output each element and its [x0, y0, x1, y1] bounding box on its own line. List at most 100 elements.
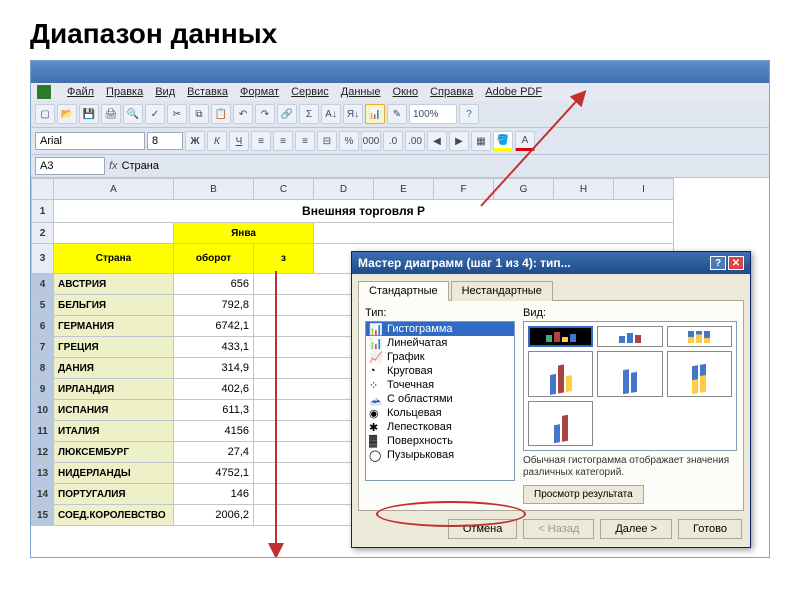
menu-format[interactable]: Формат	[240, 86, 279, 98]
comma-icon[interactable]: 000	[361, 131, 381, 151]
chart-type-list[interactable]: 📊Гистограмма📊Линейчатая📈График◔Круговая⁘…	[365, 321, 515, 481]
col-D[interactable]: D	[314, 179, 374, 200]
cell-country[interactable]: ДАНИЯ	[54, 358, 174, 379]
subtype-4[interactable]	[528, 351, 593, 398]
row-5[interactable]: 5	[32, 295, 54, 316]
redo-icon[interactable]: ↷	[255, 104, 275, 124]
subtype-5[interactable]	[597, 351, 662, 398]
cell-value[interactable]: 146	[174, 484, 254, 505]
sum-icon[interactable]: Σ	[299, 104, 319, 124]
cell-country[interactable]: БЕЛЬГИЯ	[54, 295, 174, 316]
cell-value[interactable]: 2006,2	[174, 505, 254, 526]
align-right-icon[interactable]: ≡	[295, 131, 315, 151]
subtype-3[interactable]	[667, 326, 732, 347]
help-icon[interactable]: ?	[459, 104, 479, 124]
row-2[interactable]: 2	[32, 223, 54, 244]
chart-type-item[interactable]: ⁘Точечная	[366, 378, 514, 392]
row-12[interactable]: 12	[32, 442, 54, 463]
cell-country[interactable]: ИСПАНИЯ	[54, 400, 174, 421]
chart-type-item[interactable]: ✱Лепестковая	[366, 420, 514, 434]
cancel-button[interactable]: Отмена	[448, 519, 517, 539]
cell-value[interactable]: 433,1	[174, 337, 254, 358]
size-selector[interactable]: 8	[147, 132, 183, 150]
cell-value[interactable]: 792,8	[174, 295, 254, 316]
italic-button[interactable]: К	[207, 131, 227, 151]
row-9[interactable]: 9	[32, 379, 54, 400]
save-icon[interactable]: 💾	[79, 104, 99, 124]
align-center-icon[interactable]: ≡	[273, 131, 293, 151]
col-E[interactable]: E	[374, 179, 434, 200]
subtype-6[interactable]	[667, 351, 732, 398]
fillcolor-icon[interactable]: 🪣	[493, 131, 513, 151]
cell-country[interactable]: АВСТРИЯ	[54, 274, 174, 295]
sort-desc-icon[interactable]: Я↓	[343, 104, 363, 124]
formula-field[interactable]: Страна	[122, 160, 159, 172]
chart-type-item[interactable]: 📈График	[366, 350, 514, 364]
chart-type-item[interactable]: ▓Поверхность	[366, 434, 514, 448]
borders-icon[interactable]: ▦	[471, 131, 491, 151]
col-I[interactable]: I	[614, 179, 674, 200]
row-8[interactable]: 8	[32, 358, 54, 379]
copy-icon[interactable]: ⧉	[189, 104, 209, 124]
chart-type-item[interactable]: ◔Круговая	[366, 364, 514, 378]
cell-country[interactable]: СОЕД.КОРОЛЕВСТВО	[54, 505, 174, 526]
select-all-corner[interactable]	[32, 179, 54, 200]
indent-inc-icon[interactable]: ▶	[449, 131, 469, 151]
cell-value[interactable]: 402,6	[174, 379, 254, 400]
fontcolor-icon[interactable]: A	[515, 131, 535, 151]
cell-value[interactable]: 6742,1	[174, 316, 254, 337]
col-G[interactable]: G	[494, 179, 554, 200]
cell-value[interactable]: 611,3	[174, 400, 254, 421]
preview-icon[interactable]: 🔍	[123, 104, 143, 124]
cell-value[interactable]: 27,4	[174, 442, 254, 463]
menu-file[interactable]: Файл	[67, 86, 94, 98]
chart-wizard-icon[interactable]: 📊	[365, 104, 385, 124]
row-13[interactable]: 13	[32, 463, 54, 484]
cell-country[interactable]: ПОРТУГАЛИЯ	[54, 484, 174, 505]
preview-result-button[interactable]: Просмотр результата	[523, 485, 644, 504]
spell-icon[interactable]: ✓	[145, 104, 165, 124]
cell-value[interactable]: 656	[174, 274, 254, 295]
finish-button[interactable]: Готово	[678, 519, 742, 539]
cell-country[interactable]: ИРЛАНДИЯ	[54, 379, 174, 400]
cell-country[interactable]: ГРЕЦИЯ	[54, 337, 174, 358]
drawing-icon[interactable]: ✎	[387, 104, 407, 124]
indent-dec-icon[interactable]: ◀	[427, 131, 447, 151]
back-button[interactable]: < Назад	[523, 519, 594, 539]
cell-country[interactable]: ЛЮКСЕМБУРГ	[54, 442, 174, 463]
menu-adobe[interactable]: Adobe PDF	[485, 86, 542, 98]
row-14[interactable]: 14	[32, 484, 54, 505]
cell-value[interactable]: 4156	[174, 421, 254, 442]
next-button[interactable]: Далее >	[600, 519, 672, 539]
menu-tools[interactable]: Сервис	[291, 86, 329, 98]
cell-value[interactable]: 4752,1	[174, 463, 254, 484]
col-B[interactable]: B	[174, 179, 254, 200]
cell-country[interactable]: ГЕРМАНИЯ	[54, 316, 174, 337]
dialog-close-icon[interactable]: ✕	[728, 256, 744, 270]
cell-value[interactable]: 314,9	[174, 358, 254, 379]
subtype-7[interactable]	[528, 401, 593, 446]
menu-insert[interactable]: Вставка	[187, 86, 228, 98]
row-6[interactable]: 6	[32, 316, 54, 337]
row-10[interactable]: 10	[32, 400, 54, 421]
menu-data[interactable]: Данные	[341, 86, 381, 98]
col-F[interactable]: F	[434, 179, 494, 200]
inc-decimal-icon[interactable]: .0	[383, 131, 403, 151]
chart-type-item[interactable]: 📊Гистограмма	[366, 322, 514, 336]
chart-type-item[interactable]: 🗻С областями	[366, 392, 514, 406]
row-15[interactable]: 15	[32, 505, 54, 526]
dialog-help-icon[interactable]: ?	[710, 256, 726, 270]
tab-standard[interactable]: Стандартные	[358, 281, 449, 301]
chart-type-item[interactable]: ◉Кольцевая	[366, 406, 514, 420]
dec-decimal-icon[interactable]: .00	[405, 131, 425, 151]
zoom-field[interactable]: 100%	[409, 104, 457, 124]
tab-custom[interactable]: Нестандартные	[451, 281, 553, 301]
col-C[interactable]: C	[254, 179, 314, 200]
menu-window[interactable]: Окно	[393, 86, 419, 98]
align-left-icon[interactable]: ≡	[251, 131, 271, 151]
bold-button[interactable]: Ж	[185, 131, 205, 151]
row-11[interactable]: 11	[32, 421, 54, 442]
subtype-1[interactable]	[528, 326, 593, 347]
open-icon[interactable]: 📂	[57, 104, 77, 124]
chart-type-item[interactable]: ◯Пузырьковая	[366, 448, 514, 462]
